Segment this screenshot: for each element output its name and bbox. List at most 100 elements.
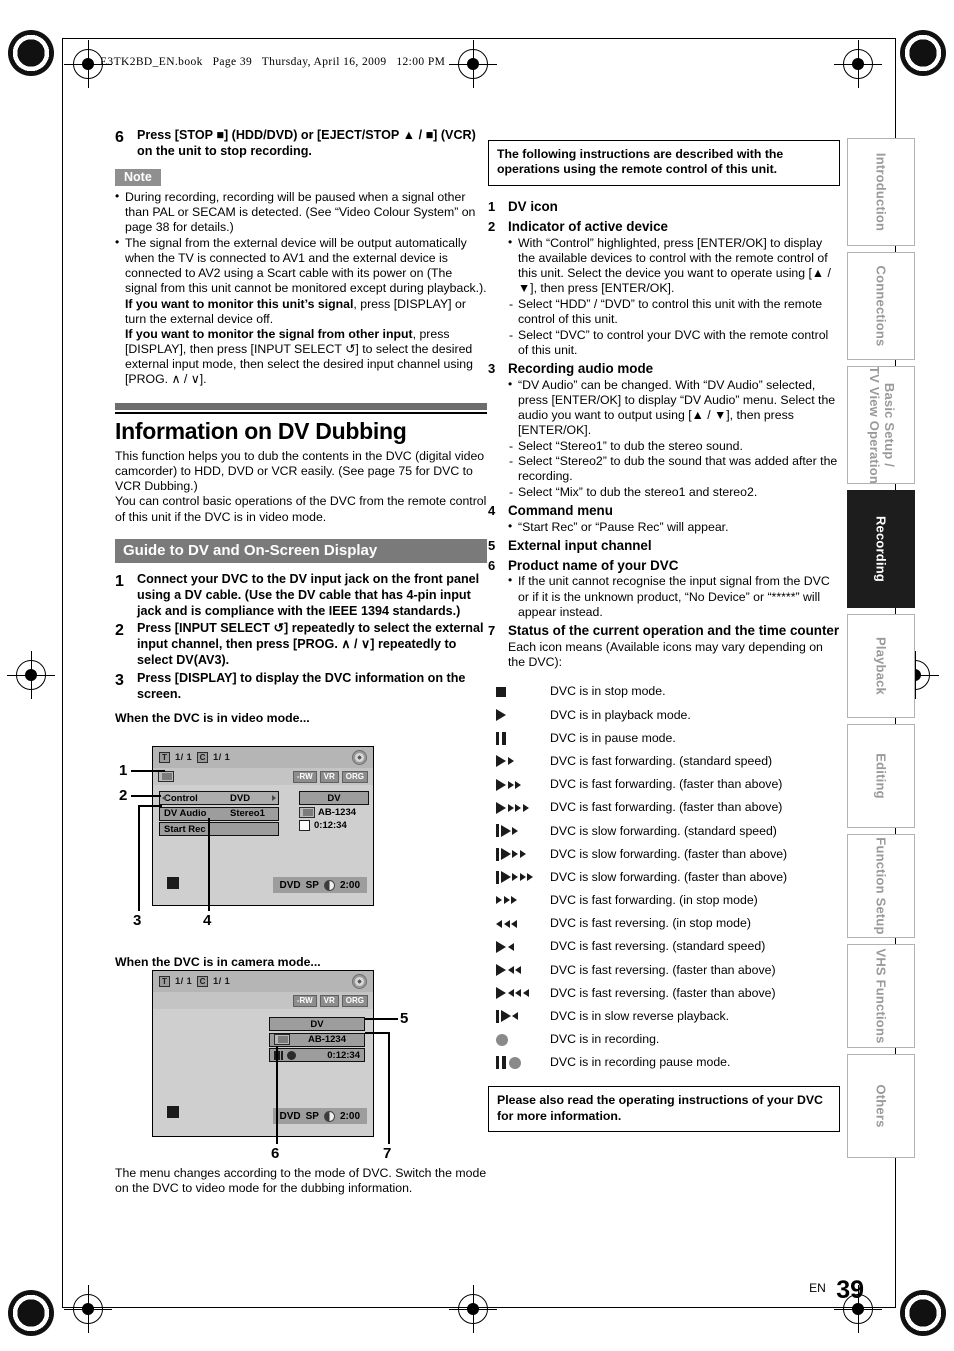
osd-screen-camera-mode: T 1/ 1 C 1/ 1 -RW VR ORG DV AB-1234 0:12… (152, 970, 374, 1137)
dv-panel-label-camera: DV (269, 1017, 365, 1031)
fast-forward-2-icon (488, 778, 550, 791)
chapter-tab-rail: Introduction Connections Basic Setup / T… (847, 138, 915, 1164)
sidebar-tab-label: VHS Functions (873, 948, 889, 1044)
dv-time-row-camera: 0:12:34 (269, 1048, 365, 1062)
step-6-number: 6 (115, 129, 124, 146)
book-header-line: E3TK2BD_EN.book Page 39 Thursday, April … (100, 56, 446, 68)
sidebar-tab-basic-setup[interactable]: Basic Setup / TV View Operation (847, 366, 915, 484)
left-column: 6 Press [STOP ■] (HDD/DVD) or [EJECT/STO… (115, 128, 487, 730)
section-intro-1: This function helps you to dub the conte… (115, 448, 485, 494)
legend-item-5: 5 External input channel (488, 538, 840, 555)
menu-row-start-rec[interactable]: Start Rec (159, 822, 279, 836)
icon-legend-row: DVC is in stop mode. (488, 680, 840, 703)
sidebar-tab-others[interactable]: Others (847, 1054, 915, 1158)
legend-item-7-number: 7 (488, 622, 496, 638)
dv-product-name: AB-1234 (318, 806, 357, 818)
sidebar-tab-introduction[interactable]: Introduction (847, 138, 915, 246)
osd-second-bar-video: -RW VR ORG (153, 768, 373, 785)
icon-legend-label: DVC is in stop mode. (550, 684, 666, 699)
record-pause-icon (488, 1056, 550, 1070)
icon-legend-row: DVC is fast reversing. (standard speed) (488, 935, 840, 958)
dv-panel-label: DV (299, 791, 369, 805)
icon-legend-row: DVC is in recording. (488, 1028, 840, 1051)
step-2: 2 Press [INPUT SELECT ↺] repeatedly to s… (115, 621, 487, 669)
note-badge: Note (115, 168, 161, 186)
note-bullet-2: The signal from the external device will… (115, 235, 487, 387)
record-icon (488, 1033, 550, 1046)
sidebar-tab-connections[interactable]: Connections (847, 252, 915, 360)
legend-item-5-title: External input channel (508, 537, 652, 553)
item7-intro: Each icon means (Available icons may var… (508, 639, 823, 669)
dv-status-stop-icon (299, 819, 310, 831)
sidebar-tab-label: Introduction (873, 152, 889, 232)
sidebar-tab-function-setup[interactable]: Function Setup (847, 834, 915, 938)
title-indicator-icon-camera: T (159, 976, 170, 987)
step-1-text: Connect your DVC to the DV input jack on… (137, 571, 480, 618)
fast-forward-3-icon (488, 801, 550, 814)
legend-item-2-body: With “Control” highlighted, press [ENTER… (508, 235, 840, 358)
callout-7: 6 (271, 1145, 280, 1162)
right-column: The following instructions are described… (488, 140, 840, 1133)
step-3-number: 3 (115, 671, 124, 689)
step-1-number: 1 (115, 572, 124, 590)
item4-bullet: “Start Rec” or “Pause Rec” will appear. (508, 519, 840, 535)
monitor-other-input-bold: If you want to monitor the signal from o… (125, 326, 413, 341)
chip-vr: VR (319, 770, 339, 783)
sidebar-tab-playback[interactable]: Playback (847, 614, 915, 718)
icon-legend-row: DVC is slow forwarding. (faster than abo… (488, 842, 840, 865)
fast-forward-1-icon (488, 755, 550, 768)
callout-1: 1 (119, 762, 128, 779)
legend-item-3-body: “DV Audio” can be changed. With “DV Audi… (508, 377, 840, 500)
icon-legend-label: DVC is in playback mode. (550, 707, 691, 722)
dv-product-row-camera: AB-1234 (269, 1032, 365, 1047)
callout-5-leader (365, 1018, 398, 1020)
subsection-heading: Guide to DV and On-Screen Display (115, 538, 487, 563)
item3-bullet: “DV Audio” can be changed. With “DV Audi… (508, 377, 840, 439)
sidebar-tab-label: Basic Setup / TV View Operation (867, 366, 897, 484)
page-title: Information on DV Dubbing (115, 418, 407, 445)
menu-row-control-value: DVD (230, 792, 251, 804)
note-bullet-2-text: The signal from the external device will… (125, 236, 487, 296)
sidebar-tab-vhs-functions[interactable]: VHS Functions (847, 944, 915, 1048)
stop-icon (488, 686, 550, 697)
legend-item-4-number: 4 (488, 502, 496, 518)
callout-6-leader-h (365, 1032, 389, 1034)
sidebar-tab-editing[interactable]: Editing (847, 724, 915, 828)
slow-reverse-icon (488, 1009, 550, 1023)
dv-time-counter-camera: 0:12:34 (327, 1049, 360, 1061)
fast-reverse-2-icon (488, 964, 550, 977)
callout-6: 7 (383, 1145, 392, 1162)
sidebar-tab-recording[interactable]: Recording (847, 490, 915, 608)
legend-item-6-body: If the unit cannot recognise the input s… (508, 573, 840, 619)
legend-item-2-number: 2 (488, 218, 496, 234)
sidebar-tab-label: Editing (873, 753, 889, 799)
command-menu-panel: Control DVD DV Audio Stereo1 Start Rec (159, 791, 279, 838)
legend-item-4-body: “Start Rec” or “Pause Rec” will appear. (508, 519, 840, 535)
menu-row-dv-audio[interactable]: DV Audio Stereo1 (159, 806, 279, 821)
icon-legend-row: DVC is in pause mode. (488, 727, 840, 750)
callout-2: 2 (119, 787, 128, 804)
unit-stop-status-icon-camera (167, 1106, 179, 1118)
icon-legend-label: DVC is fast forwarding. (faster than abo… (550, 800, 783, 815)
legend-item-2: 2 Indicator of active device (488, 219, 840, 236)
disc-icon-camera (352, 974, 367, 989)
section-rule-thick (115, 403, 487, 411)
osd-top-bar-video: T 1/ 1 C 1/ 1 (153, 747, 373, 768)
legend-item-1-title: DV icon (508, 198, 558, 214)
legend-item-6-title: Product name of your DVC (508, 557, 679, 573)
menu-row-dv-audio-value: Stereo1 (230, 808, 265, 819)
status-mode-camera: SP (305, 1110, 319, 1122)
status-media-camera: DVD (279, 1110, 301, 1122)
icon-legend-label: DVC is slow forwarding. (faster than abo… (550, 869, 788, 884)
slow-forward-1-icon (488, 824, 550, 838)
status-bar-camera: DVD SP 2:00 (272, 1108, 367, 1124)
slow-forward-3-icon (488, 870, 550, 884)
sidebar-tab-label: Recording (873, 515, 889, 583)
item2-bullet: With “Control” highlighted, press [ENTER… (508, 235, 840, 297)
item2-dash-1: Select “HDD” / “DVD” to control this uni… (508, 297, 840, 327)
menu-row-control[interactable]: Control DVD (159, 791, 279, 805)
legend-item-3: 3 Recording audio mode (488, 361, 840, 378)
dv-info-panel-camera: DV AB-1234 0:12:34 (269, 1017, 365, 1062)
item3-dash-1: Select “Stereo1” to dub the stereo sound… (508, 439, 840, 454)
footer-page-number: 39 (836, 1276, 864, 1304)
